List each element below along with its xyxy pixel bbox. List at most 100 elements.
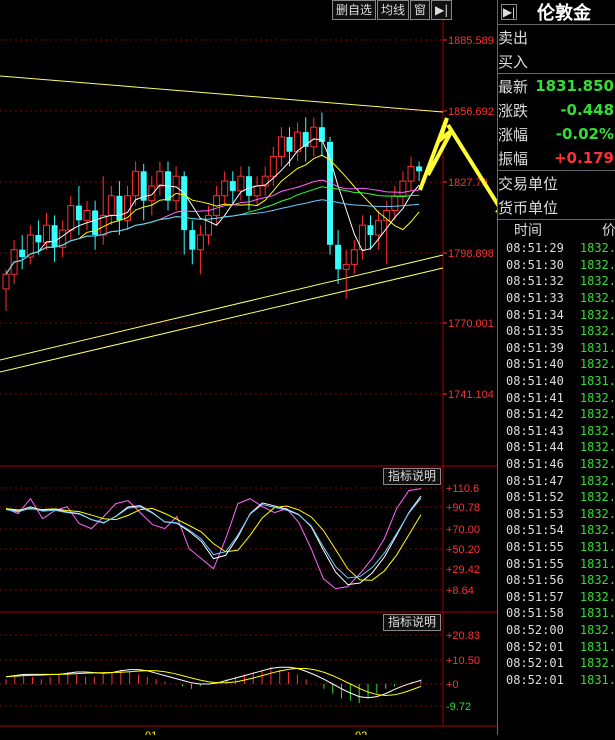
trade-row: 08:51:58 1831.: [498, 605, 615, 622]
trade-row: 08:52:01 1831.: [498, 671, 615, 688]
candle-body: [51, 225, 58, 248]
trade-time: 08:51:40: [506, 357, 564, 372]
macd-axis-label: +10.50: [446, 655, 480, 667]
trade-price: 1831.: [579, 606, 615, 621]
quote-label: 涨跌: [498, 101, 529, 120]
trade-row: 08:51:30 1832.: [498, 257, 615, 274]
expand-panel-icon[interactable]: ▶|: [501, 4, 517, 20]
trade-row: 08:51:32 1832.: [498, 273, 615, 290]
candle-body: [416, 166, 423, 172]
trade-row: 08:51:34 1832.: [498, 306, 615, 323]
trade-row: 08:51:44 1832.: [498, 439, 615, 456]
quote-label: 买入: [498, 52, 529, 71]
collapse-panel-icon[interactable]: ▶|: [431, 0, 453, 20]
trade-time: 08:51:46: [506, 457, 564, 472]
trade-price: 1832.: [579, 440, 615, 455]
trade-price: 1832.: [579, 407, 615, 422]
trade-time: 08:51:39: [506, 340, 564, 355]
price-axis-label: 1741.104: [448, 389, 494, 401]
trade-price: 1832.: [579, 423, 615, 438]
window-button[interactable]: 窗: [410, 0, 431, 20]
macd-axis-label: +20.83: [446, 630, 480, 642]
trade-row: 08:51:33 1832.: [498, 290, 615, 307]
candle-body: [237, 175, 245, 192]
trade-price: 1832.: [579, 257, 615, 272]
instrument-name: 伦敦金: [537, 3, 591, 24]
trade-time: 08:51:43: [506, 423, 564, 438]
trade-price: 1831.: [579, 639, 615, 654]
trade-price: 1832.: [579, 589, 615, 604]
trade-row: 08:51:43 1832.: [498, 423, 615, 440]
oscillator-line: [5, 495, 422, 586]
trade-price: 1832.: [579, 490, 615, 505]
osc-axis-label: +90.78: [446, 502, 480, 514]
quote-label: 交易单位: [498, 174, 559, 193]
quote-row: 涨幅 -0.02%: [498, 122, 615, 146]
candle-body: [75, 205, 82, 221]
delete-watchlist-button[interactable]: 删自选: [332, 0, 377, 20]
quote-row: 卖出: [498, 25, 615, 49]
candle-body: [335, 244, 342, 270]
date-label: 02: [355, 730, 367, 735]
candle-body: [43, 224, 50, 243]
price-axis-label: 1856.692: [448, 106, 494, 118]
quote-rows: 卖出 买入 最新 1831.850 涨跌 -0.448 涨幅 -0.02% 振幅 +0.179 交易…: [498, 25, 615, 219]
trend-line: [0, 267, 444, 373]
trade-row: 08:51:40 1832.: [498, 356, 615, 373]
trade-price: 1831.: [579, 556, 615, 571]
trade-time: 08:51:47: [506, 473, 564, 488]
trade-row: 08:51:52 1832.: [498, 489, 615, 506]
chart-toolbar: 删自选 均线 窗 ▶|: [332, 0, 453, 20]
trade-price: 1832.: [579, 523, 615, 538]
date-label: 01: [145, 730, 157, 735]
quote-value: 1831.850: [535, 77, 614, 95]
quote-value: +0.179: [553, 149, 614, 167]
trade-time: 08:52:01: [506, 639, 564, 654]
trade-price: 1832.: [579, 656, 615, 671]
quote-value: -0.02%: [555, 125, 614, 143]
oscillator-indicator-button[interactable]: 指标说明: [383, 468, 442, 485]
trade-price: 1832.: [579, 506, 615, 521]
trade-price: 1832.: [579, 307, 615, 322]
candle-body: [148, 185, 156, 202]
macd-axis-label: -9.72: [446, 701, 471, 713]
quote-row: 交易单位: [498, 170, 615, 195]
quote-value: -0.448: [560, 101, 614, 119]
candle-body: [107, 195, 115, 216]
candle-body: [189, 230, 196, 250]
trade-row: 08:51:46 1832.: [498, 456, 615, 473]
candle-body: [67, 205, 75, 231]
trade-price: 1832.: [579, 241, 615, 256]
candle-body: [132, 170, 140, 197]
trade-time: 08:51:57: [506, 589, 564, 604]
candle-body: [2, 273, 10, 290]
osc-axis-label: +50.20: [446, 544, 480, 556]
candle-body: [286, 136, 293, 152]
candle-body: [342, 263, 350, 270]
trade-price: 1831.: [579, 539, 615, 554]
trade-price: 1831.: [579, 374, 615, 389]
trade-time: 08:51:35: [506, 324, 564, 339]
trade-price: 1832.: [579, 324, 615, 339]
macd-axis-label: +0: [446, 679, 459, 691]
quote-label: 货币单位: [498, 198, 559, 217]
candle-body: [253, 185, 261, 197]
moving-average-button[interactable]: 均线: [377, 0, 410, 20]
trade-time: 08:51:58: [506, 606, 564, 621]
trade-time: 08:51:29: [506, 241, 564, 256]
candle-body: [375, 219, 383, 236]
trade-time: 08:51:56: [506, 573, 564, 588]
quote-row: 货币单位: [498, 195, 615, 219]
candle-body: [19, 249, 26, 258]
candle-body: [196, 234, 204, 251]
trade-time: 08:51:41: [506, 390, 564, 405]
quote-label: 最新: [498, 77, 529, 96]
trade-list[interactable]: 08:51:29 1832. 08:51:30 1832. 08:51:32 1832. 0…: [498, 240, 615, 688]
macd-indicator-button[interactable]: 指标说明: [383, 614, 442, 631]
trade-price: 1832.: [579, 291, 615, 306]
osc-axis-label: +70.00: [446, 524, 480, 536]
trade-time: 08:51:40: [506, 374, 564, 389]
quote-row: 涨跌 -0.448: [498, 98, 615, 122]
trade-time: 08:52:00: [506, 622, 564, 637]
candle-body: [399, 180, 407, 197]
